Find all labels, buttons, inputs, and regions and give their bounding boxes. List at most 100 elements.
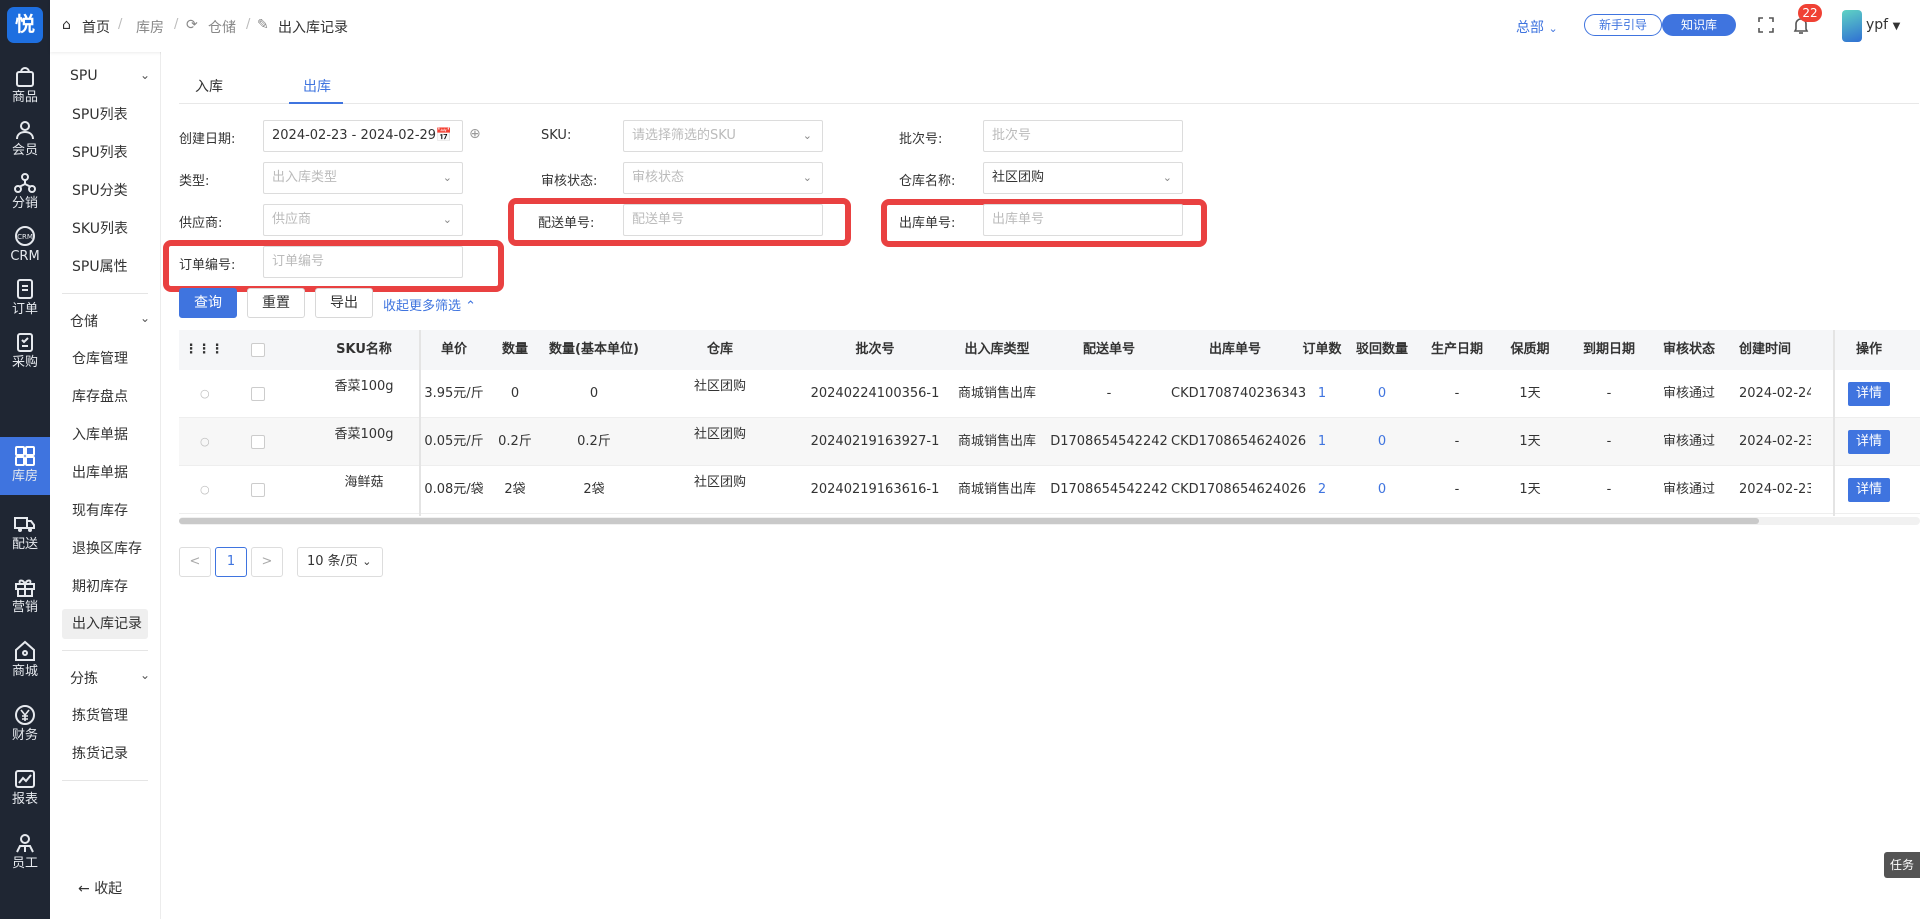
collapse-sidebar-button[interactable]: ← 收起: [78, 878, 122, 898]
user-name: ypf: [1866, 17, 1889, 33]
outbound-input[interactable]: 出库单号: [983, 204, 1183, 236]
section-storage[interactable]: 仓储 ⌄: [70, 311, 150, 331]
export-button[interactable]: 导出: [315, 288, 373, 318]
rail-item-goods[interactable]: 商品: [0, 58, 50, 116]
sidebar-item-spu-list[interactable]: SPU列表: [62, 100, 148, 130]
row-radio[interactable]: ○: [200, 483, 210, 496]
cell-qty-base: 0.2斤: [577, 434, 611, 449]
fullscreen-icon[interactable]: [1755, 14, 1777, 36]
sidebar-item-outbound-docs[interactable]: 出库单据: [62, 458, 148, 488]
create-date-range-picker[interactable]: 2024-02-23 - 2024-02-29 📅: [263, 120, 463, 152]
supplier-select[interactable]: 供应商 ⌄: [263, 204, 463, 236]
row-radio[interactable]: ○: [200, 387, 210, 400]
breadcrumb-warehouse[interactable]: 库房: [136, 17, 164, 37]
sidebar-item-opening-stock[interactable]: 期初库存: [62, 572, 148, 602]
row-checkbox[interactable]: [251, 387, 265, 401]
sidebar-item-current-stock[interactable]: 现有库存: [62, 496, 148, 526]
detail-button[interactable]: 详情: [1848, 478, 1890, 502]
reset-button[interactable]: 重置: [247, 288, 305, 318]
rail-item-staff[interactable]: 员工: [0, 824, 50, 882]
rail-item-delivery[interactable]: 配送: [0, 505, 50, 563]
avatar[interactable]: [1842, 10, 1862, 42]
sidebar-item-io-records[interactable]: 出入库记录: [62, 609, 148, 639]
dept-dropdown[interactable]: 总部 ⌄: [1516, 17, 1558, 37]
row-checkbox[interactable]: [251, 435, 265, 449]
nav-rail: 悦 商品 会员 分销 CRM CRM 订单 采购 库房 配送 营销 商城 财务 …: [0, 0, 50, 919]
rail-item-purchase[interactable]: 采购: [0, 323, 50, 381]
rail-item-marketing[interactable]: 营销: [0, 568, 50, 626]
task-button[interactable]: 任务: [1884, 852, 1920, 878]
rail-item-finance[interactable]: 财务: [0, 696, 50, 754]
column-settings-icon[interactable]: ⋮⋮⋮: [179, 330, 229, 370]
sidebar-item-spu-attr[interactable]: SPU属性: [62, 252, 148, 282]
user-menu[interactable]: ypf ▼: [1866, 17, 1900, 33]
col-orders: 订单数: [1302, 342, 1342, 357]
chevron-down-icon: ⌄: [139, 68, 150, 82]
warehouse-select[interactable]: 社区团购 ⌄: [983, 162, 1183, 194]
page-size-select[interactable]: 10 条/页 ⌄: [297, 547, 383, 577]
type-select[interactable]: 出入库类型 ⌄: [263, 162, 463, 194]
batch-placeholder: 批次号: [992, 128, 1032, 143]
detail-button[interactable]: 详情: [1848, 382, 1890, 406]
scrollbar-thumb[interactable]: [179, 518, 1759, 524]
svg-text:CRM: CRM: [17, 233, 33, 241]
cell-expire: -: [1606, 386, 1612, 401]
rail-label: 商城: [11, 664, 38, 679]
sidebar-item-picking-records[interactable]: 拣货记录: [62, 739, 148, 769]
cell-rejected[interactable]: 0: [1349, 466, 1415, 514]
rail-item-distribution[interactable]: 分销: [0, 164, 50, 222]
section-sorting[interactable]: 分拣 ⌄: [70, 668, 150, 688]
breadcrumb-home[interactable]: 首页: [82, 17, 110, 37]
prev-page-button[interactable]: <: [179, 547, 211, 577]
collapse-filters-link[interactable]: 收起更多筛选 ⌃: [383, 295, 476, 314]
row-checkbox[interactable]: [251, 483, 265, 497]
row-radio[interactable]: ○: [200, 435, 210, 448]
sidebar-item-return-stock[interactable]: 退换区库存: [62, 534, 148, 564]
sidebar-item-inbound-docs[interactable]: 入库单据: [62, 420, 148, 450]
horizontal-scrollbar[interactable]: [179, 517, 1920, 525]
cell-orders[interactable]: 2: [1297, 466, 1347, 514]
tab-outbound[interactable]: 出库: [303, 76, 331, 96]
query-button[interactable]: 查询: [179, 288, 237, 318]
sidebar-item-warehouse-mgmt[interactable]: 仓库管理: [62, 344, 148, 374]
cell-prod-date: -: [1454, 482, 1460, 497]
rail-item-warehouse[interactable]: 库房: [0, 437, 50, 495]
cell-rejected[interactable]: 0: [1349, 418, 1415, 466]
sidebar-item-spu-list-2[interactable]: SPU列表: [62, 138, 148, 168]
page-1-button[interactable]: 1: [215, 547, 247, 577]
sidebar-item-spu-category[interactable]: SPU分类: [62, 176, 148, 206]
rail-item-member[interactable]: 会员: [0, 111, 50, 169]
order-icon: [17, 279, 33, 299]
sidebar-item-picking-mgmt[interactable]: 拣货管理: [62, 701, 148, 731]
audit-placeholder: 审核状态: [632, 170, 685, 185]
rail-item-crm[interactable]: CRM CRM: [0, 217, 50, 275]
app-logo[interactable]: 悦: [7, 7, 43, 43]
order-input[interactable]: 订单编号: [263, 246, 463, 278]
sidebar-item-stocktake[interactable]: 库存盘点: [62, 382, 148, 412]
sidebar-item-sku-list[interactable]: SKU列表: [62, 214, 148, 244]
guide-button[interactable]: 新手引导: [1584, 14, 1662, 36]
cell-warehouse: 社区团购: [693, 379, 746, 394]
knowledge-base-button[interactable]: 知识库: [1662, 14, 1736, 36]
rail-item-order[interactable]: 订单: [0, 270, 50, 328]
section-spu[interactable]: SPU ⌄: [70, 68, 150, 88]
add-circle-icon[interactable]: ⊕: [469, 126, 481, 142]
cell-orders[interactable]: 1: [1297, 418, 1347, 466]
delivery-input[interactable]: 配送单号: [623, 204, 823, 236]
home-icon[interactable]: ⌂: [62, 17, 71, 33]
rail-item-mall[interactable]: 商城: [0, 632, 50, 690]
tab-inbound[interactable]: 入库: [195, 76, 223, 96]
rail-item-report[interactable]: 报表: [0, 760, 50, 818]
detail-button[interactable]: 详情: [1848, 430, 1890, 454]
cell-orders[interactable]: 1: [1297, 370, 1347, 418]
select-all-checkbox[interactable]: [251, 343, 265, 357]
cell-rejected[interactable]: 0: [1349, 370, 1415, 418]
rail-label: CRM: [10, 249, 40, 264]
main-content: 入库 出库 创建日期: 2024-02-23 - 2024-02-29 📅 ⊕ …: [161, 52, 1920, 919]
batch-input[interactable]: 批次号: [983, 120, 1183, 152]
audit-select[interactable]: 审核状态 ⌄: [623, 162, 823, 194]
breadcrumb-storage[interactable]: 仓储: [208, 17, 236, 37]
chevron-down-icon: ⌄: [1548, 22, 1558, 35]
sku-select[interactable]: 请选择筛选的SKU ⌄: [623, 120, 823, 152]
next-page-button[interactable]: >: [251, 547, 283, 577]
